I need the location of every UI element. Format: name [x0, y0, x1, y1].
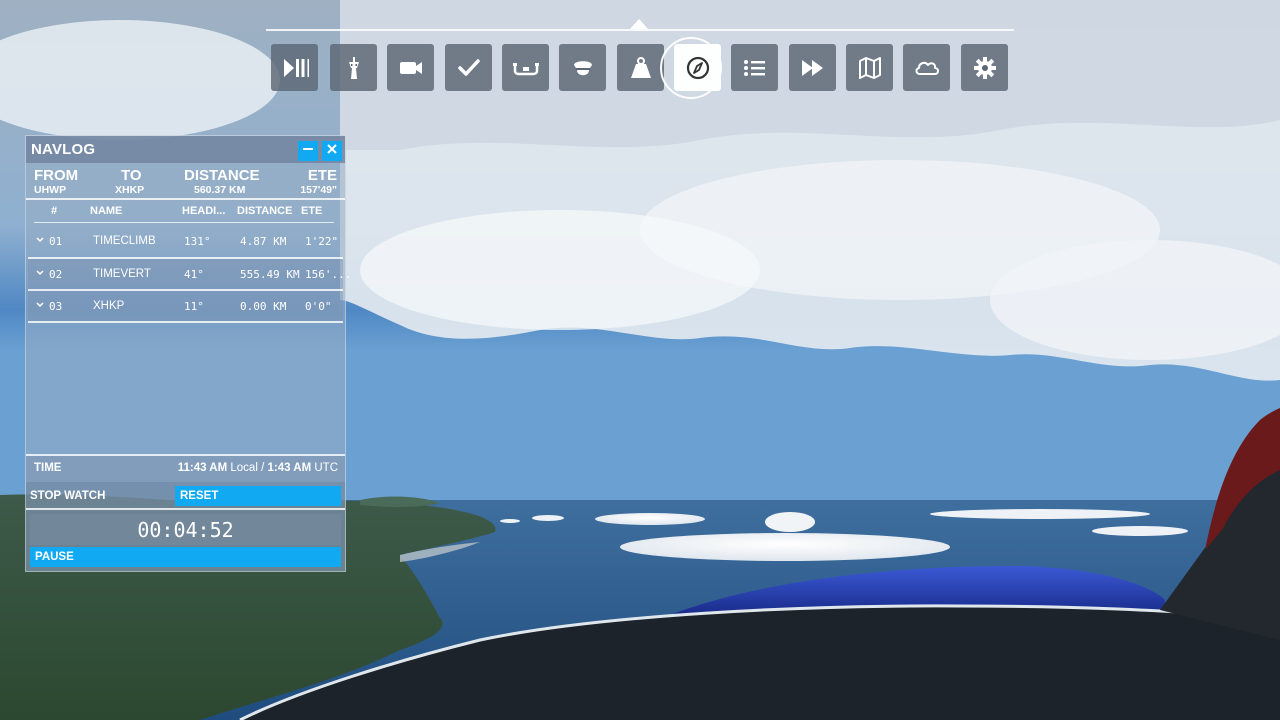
ete-label: ETE — [307, 167, 337, 184]
checklist-button[interactable] — [445, 44, 492, 91]
waypoint-name: XHKP — [93, 300, 125, 312]
close-button[interactable] — [322, 141, 342, 161]
time-row: TIME 11:43 AM Local / 1:43 AM UTC — [26, 456, 345, 482]
pause-button[interactable]: PAUSE — [30, 547, 341, 567]
waypoint-number: 01 — [49, 235, 63, 248]
waypoint-heading: 11° — [184, 300, 204, 313]
close-icon — [326, 142, 338, 160]
toolbar-rail — [266, 29, 1014, 31]
yoke-icon — [512, 54, 540, 82]
distance-value: 560.37 KM — [194, 184, 246, 196]
waypoint-ete: 1'22" — [305, 235, 339, 248]
pilot-cap-icon — [569, 54, 597, 82]
panel-title: NAVLOG — [31, 141, 96, 158]
divider — [34, 222, 334, 223]
camera-button[interactable] — [387, 44, 434, 91]
waypoint-heading: 41° — [184, 268, 204, 281]
to-label: TO — [121, 167, 142, 184]
divider — [28, 321, 343, 323]
navlog-button[interactable] — [674, 44, 721, 91]
local-suffix: Local / — [230, 462, 265, 474]
stopwatch-label: STOP WATCH — [30, 490, 106, 502]
cloud-icon — [913, 54, 941, 82]
chevron-down-icon[interactable] — [35, 235, 45, 245]
time-value: 11:43 AM Local / 1:43 AM UTC — [178, 462, 338, 474]
from-value: UHWP — [34, 184, 67, 196]
waypoint-row[interactable]: 03 XHKP 11° 0.00 KM 0'0" — [28, 291, 343, 322]
weight-balance-button[interactable] — [617, 44, 664, 91]
waypoint-ete: 156'... — [305, 268, 352, 281]
play-pause-icon — [281, 54, 309, 82]
toolbar-collapse-caret[interactable] — [630, 19, 648, 29]
distance-label: DISTANCE — [184, 167, 260, 184]
chevron-down-icon[interactable] — [35, 300, 45, 310]
divider — [26, 198, 345, 200]
compass-icon — [684, 54, 712, 82]
pause-play-button[interactable] — [271, 44, 318, 91]
from-label: FROM — [34, 167, 79, 184]
time-label: TIME — [34, 462, 62, 474]
waypoint-distance: 555.49 KM — [240, 268, 300, 281]
utc-suffix: UTC — [314, 462, 338, 474]
sim-rate-button[interactable] — [789, 44, 836, 91]
navlog-panel: NAVLOG FROM UHWP TO XHKP DISTANCE 560.37… — [25, 135, 351, 572]
column-header-name: NAME — [90, 205, 123, 217]
objectives-button[interactable] — [731, 44, 778, 91]
divider — [26, 508, 345, 510]
checkmark-icon — [455, 54, 483, 82]
waypoint-distance: 4.87 KM — [240, 235, 287, 248]
control-tower-icon — [340, 54, 368, 82]
reset-button[interactable]: RESET — [175, 486, 341, 506]
waypoint-distance: 0.00 KM — [240, 300, 287, 313]
controls-button[interactable] — [502, 44, 549, 91]
assistance-button[interactable] — [559, 44, 606, 91]
waypoint-number: 03 — [49, 300, 63, 313]
waypoint-name: TIMEVERT — [93, 268, 151, 280]
waypoint-row[interactable]: 01 TIMECLIMB 131° 4.87 KM 1'22" — [28, 226, 343, 257]
settings-button[interactable] — [961, 44, 1008, 91]
waypoint-row[interactable]: 02 TIMEVERT 41° 555.49 KM 156'... — [28, 259, 351, 290]
local-time: 11:43 AM — [177, 462, 228, 474]
column-header-distance: DISTANCE — [237, 205, 293, 217]
stopwatch-display: 00:04:52 — [30, 514, 341, 545]
camera-icon — [397, 54, 425, 82]
column-header-heading: HEADI... — [182, 205, 226, 217]
waypoint-ete: 0'0" — [305, 300, 332, 313]
weather-button[interactable] — [903, 44, 950, 91]
list-icon — [741, 54, 769, 82]
gear-icon — [971, 54, 999, 82]
column-header-number: # — [51, 205, 58, 217]
weight-icon — [627, 54, 655, 82]
fast-forward-icon — [799, 54, 827, 82]
minimize-button[interactable] — [298, 141, 318, 161]
minimize-icon — [302, 142, 314, 160]
chevron-down-icon[interactable] — [35, 268, 45, 278]
map-icon — [856, 54, 884, 82]
to-value: XHKP — [115, 184, 145, 196]
column-header-ete: ETE — [301, 205, 323, 217]
ete-value: 157'49" — [300, 184, 337, 196]
utc-time: 1:43 AM — [267, 462, 312, 474]
vfr-map-button[interactable] — [846, 44, 893, 91]
waypoint-heading: 131° — [184, 235, 211, 248]
waypoint-number: 02 — [49, 268, 63, 281]
navlog-title-bar[interactable]: NAVLOG — [26, 136, 345, 163]
atc-button[interactable] — [330, 44, 377, 91]
waypoint-name: TIMECLIMB — [93, 235, 156, 247]
